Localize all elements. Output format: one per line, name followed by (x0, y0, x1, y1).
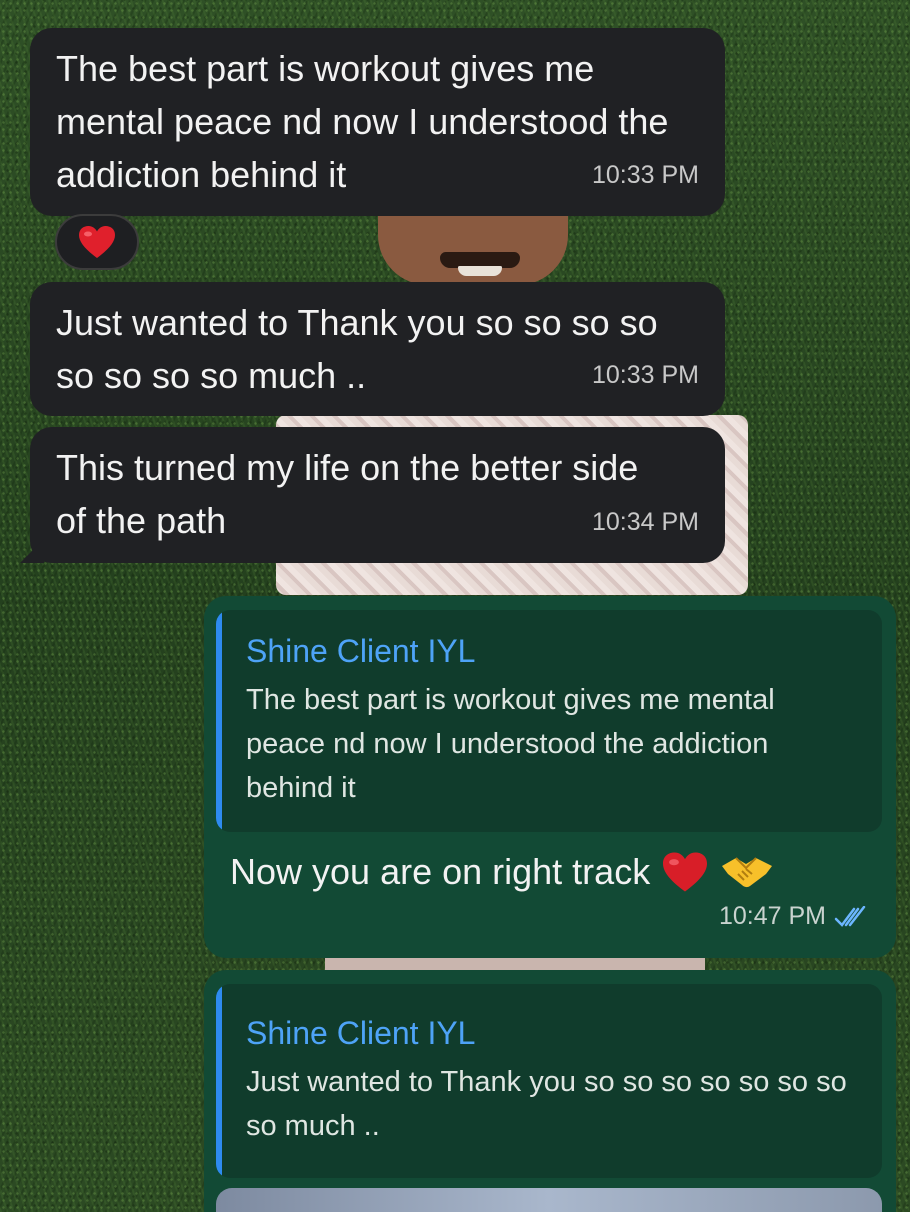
bubble-tail (20, 539, 44, 563)
incoming-message[interactable]: The best part is workout gives me mental… (30, 28, 725, 216)
message-text: This turned my life on the better side o… (56, 447, 639, 541)
message-text: Now you are on right track (230, 851, 651, 892)
quote-text: The best part is workout gives me mental… (246, 684, 775, 804)
quote-author: Shine Client IYL (246, 1015, 476, 1051)
quote-author: Shine Client IYL (246, 633, 476, 669)
quoted-message[interactable]: Shine Client IYL The best part is workou… (216, 610, 882, 832)
outgoing-message[interactable]: Shine Client IYL The best part is workou… (204, 596, 896, 958)
message-reaction[interactable] (55, 214, 139, 270)
message-time: 10:34 PM (591, 508, 699, 536)
background-photo-mouth (458, 266, 502, 276)
message-time: 10:47 PM (718, 902, 826, 930)
handshake-icon (720, 852, 774, 892)
media-attachment[interactable] (216, 1188, 882, 1212)
incoming-message[interactable]: Just wanted to Thank you so so so so so … (30, 282, 725, 416)
outgoing-message[interactable]: Shine Client IYL Just wanted to Thank yo… (204, 970, 896, 1212)
incoming-message[interactable]: This turned my life on the better side o… (20, 427, 725, 563)
message-time: 10:33 PM (591, 161, 699, 189)
message-time: 10:33 PM (591, 361, 699, 389)
read-ticks-icon (834, 905, 866, 928)
quoted-message[interactable]: Shine Client IYL Just wanted to Thank yo… (216, 984, 882, 1178)
red-heart-icon (660, 850, 710, 894)
heart-icon (79, 226, 115, 258)
quote-text: Just wanted to Thank you so so so so so … (246, 1066, 847, 1142)
